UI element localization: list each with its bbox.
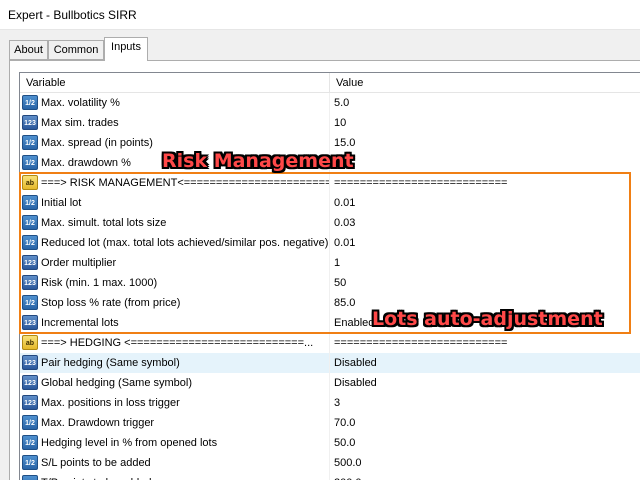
variable-value[interactable]: 15.0: [330, 133, 640, 153]
variable-value[interactable]: ===========================: [330, 333, 640, 353]
variable-name: Global hedging (Same symbol): [41, 373, 330, 393]
table-row[interactable]: 123 Max. positions in loss trigger 3: [20, 393, 640, 413]
tab-about[interactable]: About: [9, 40, 48, 60]
float-icon: 1/2: [22, 155, 38, 170]
variable-value[interactable]: Disabled: [330, 373, 640, 393]
table-row[interactable]: ab ===> RISK MANAGEMENT<=================…: [20, 173, 640, 193]
table-row[interactable]: 123 Max sim. trades 10: [20, 113, 640, 133]
integer-icon: 123: [22, 275, 38, 290]
float-icon: 1/2: [22, 135, 38, 150]
variable-name: S/L points to be added: [41, 453, 330, 473]
float-icon: 1/2: [22, 95, 38, 110]
integer-icon: 123: [22, 255, 38, 270]
variable-value[interactable]: 500.0: [330, 453, 640, 473]
integer-icon: 123: [22, 115, 38, 130]
variable-name: Pair hedging (Same symbol): [41, 353, 330, 373]
variable-value[interactable]: 50.0: [330, 433, 640, 453]
string-icon: ab: [22, 335, 38, 350]
variable-value[interactable]: [330, 153, 640, 173]
risk-management-annotation: Risk Management: [162, 150, 354, 172]
table-row[interactable]: 123 Order multiplier 1: [20, 253, 640, 273]
variable-name: Reduced lot (max. total lots achieved/si…: [41, 233, 330, 253]
variable-value[interactable]: 70.0: [330, 413, 640, 433]
tab-inputs[interactable]: Inputs: [104, 37, 148, 61]
float-icon: 1/2: [22, 435, 38, 450]
variable-value[interactable]: 5.0: [330, 93, 640, 113]
table-row[interactable]: 123 Pair hedging (Same symbol) Disabled: [20, 353, 640, 373]
window-title: Expert - Bullbotics SIRR: [8, 8, 137, 22]
variable-name: Max. simult. total lots size: [41, 213, 330, 233]
variable-name: Max. positions in loss trigger: [41, 393, 330, 413]
variable-value[interactable]: 3: [330, 393, 640, 413]
float-icon: 1/2: [22, 215, 38, 230]
title-bar: Expert - Bullbotics SIRR: [0, 0, 640, 30]
table-row[interactable]: 123 Risk (min. 1 max. 1000) 50: [20, 273, 640, 293]
integer-icon: 123: [22, 355, 38, 370]
variable-name: Order multiplier: [41, 253, 330, 273]
inputs-grid: Variable Value 1/2 Max. volatility % 5.0 12…: [19, 72, 640, 480]
variable-name: Max. Drawdown trigger: [41, 413, 330, 433]
variable-value[interactable]: 0.01: [330, 193, 640, 213]
variable-name: Hedging level in % from opened lots: [41, 433, 330, 453]
table-row[interactable]: 1/2 Reduced lot (max. total lots achieved…: [20, 233, 640, 253]
float-icon: 1/2: [22, 235, 38, 250]
variable-value[interactable]: Disabled: [330, 353, 640, 373]
variable-name: Max. volatility %: [41, 93, 330, 113]
float-icon: 1/2: [22, 415, 38, 430]
variable-value[interactable]: 0.03: [330, 213, 640, 233]
table-row[interactable]: 1/2 S/L points to be added 500.0: [20, 453, 640, 473]
table-row[interactable]: ab ===> HEDGING <========================…: [20, 333, 640, 353]
variable-name: Incremental lots: [41, 313, 330, 333]
integer-icon: 123: [22, 315, 38, 330]
float-icon: 1/2: [22, 475, 38, 480]
variable-value[interactable]: 0.01: [330, 233, 640, 253]
variable-value[interactable]: 200.0: [330, 473, 640, 480]
table-row[interactable]: 1/2 Max. simult. total lots size 0.03: [20, 213, 640, 233]
table-row[interactable]: 1/2 Hedging level in % from opened lots 50…: [20, 433, 640, 453]
integer-icon: 123: [22, 395, 38, 410]
grid-header: Variable Value: [20, 73, 640, 93]
variable-name: ===> HEDGING <==========================…: [41, 333, 330, 353]
table-row[interactable]: 1/2 Max. Drawdown trigger 70.0: [20, 413, 640, 433]
string-icon: ab: [22, 175, 38, 190]
table-row[interactable]: 1/2 Max. volatility % 5.0: [20, 93, 640, 113]
variable-value[interactable]: ===========================: [330, 173, 640, 193]
variable-name: Risk (min. 1 max. 1000): [41, 273, 330, 293]
variable-name: Stop loss % rate (from price): [41, 293, 330, 313]
variable-name: T/P points to be added: [41, 473, 330, 480]
integer-icon: 123: [22, 375, 38, 390]
variable-value[interactable]: 1: [330, 253, 640, 273]
variable-name: ===> RISK MANAGEMENT<===================…: [41, 173, 330, 193]
variable-name: Initial lot: [41, 193, 330, 213]
variable-value[interactable]: 10: [330, 113, 640, 133]
table-row[interactable]: 1/2 Initial lot 0.01: [20, 193, 640, 213]
float-icon: 1/2: [22, 455, 38, 470]
tab-strip: About Common Inputs: [0, 30, 640, 61]
variable-name: Max sim. trades: [41, 113, 330, 133]
column-header-value[interactable]: Value: [330, 73, 640, 93]
table-row[interactable]: 123 Global hedging (Same symbol) Disabled: [20, 373, 640, 393]
table-row[interactable]: 1/2T/P points to be added200.0: [20, 473, 640, 480]
column-header-variable[interactable]: Variable: [20, 73, 330, 93]
variable-value[interactable]: 50: [330, 273, 640, 293]
float-icon: 1/2: [22, 195, 38, 210]
lots-auto-adjustment-annotation: Lots auto-adjustment: [372, 308, 603, 330]
tab-common[interactable]: Common: [48, 40, 104, 60]
float-icon: 1/2: [22, 295, 38, 310]
